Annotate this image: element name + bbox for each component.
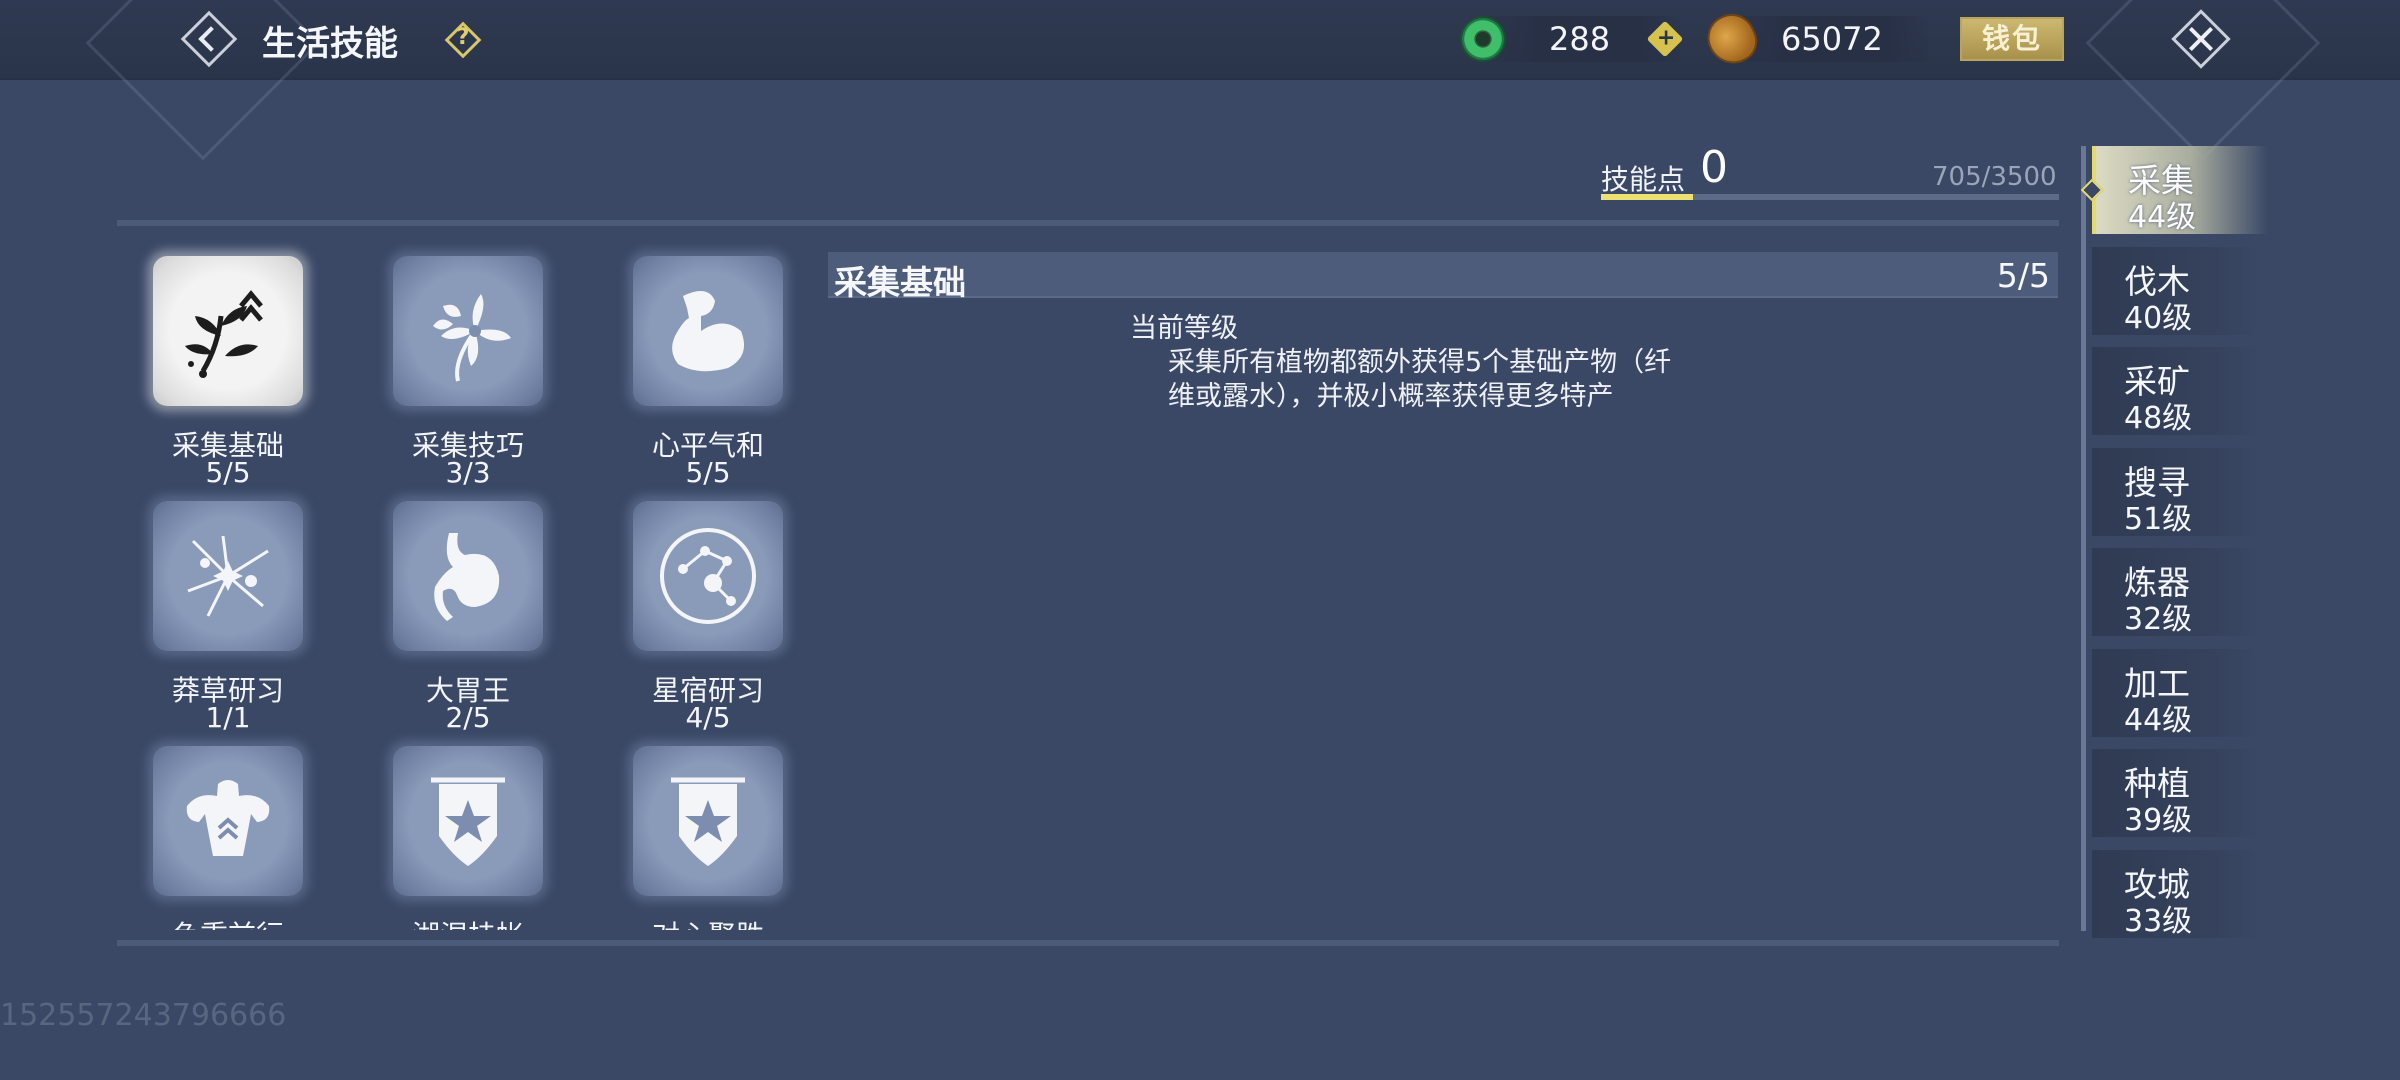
skill-points-progress-text: 705/3500 [1932,162,2057,192]
skill-tile[interactable]: 莽草研习 1/1 [117,481,317,734]
skill-tile[interactable]: 对心聚胜 [597,726,797,930]
plus-icon: + [1656,25,1676,51]
skill-points-value: 0 [1700,142,1728,193]
tab-gathering[interactable]: 采集 44级 [2080,146,2268,235]
skill-detail-title: 采集基础 [834,263,966,302]
page-title: 生活技能 [262,24,398,64]
skill-tile[interactable]: 湖湿挂帐 [357,726,557,930]
skill-icon-frame [393,501,543,651]
tab-planting[interactable]: 种植 39级 [2092,749,2264,838]
tab-level: 48级 [2124,401,2193,436]
skill-tile[interactable]: 大胃王 2/5 [357,481,557,734]
star-banner-icon [671,777,745,866]
tab-level: 44级 [2124,703,2193,738]
skill-tile[interactable]: 采集基础 5/5 [117,236,317,489]
skill-icon-frame [633,746,783,896]
current-level-description: 采集所有植物都额外获得5个基础产物（纤维或露水），并极小概率获得更多特产 [1168,347,1672,412]
skill-icon-frame [393,256,543,406]
tab-processing[interactable]: 加工 44级 [2092,649,2264,738]
tab-siege[interactable]: 攻城 33级 [2092,850,2264,939]
constellation-icon [660,528,756,624]
coin-amount: 65072 [1781,20,1883,58]
tab-level: 39级 [2124,803,2193,838]
tab-logging[interactable]: 伐木 40级 [2092,247,2264,336]
skill-icon-frame [393,746,543,896]
skill-icon-frame [633,501,783,651]
help-button[interactable]: ? [443,20,483,60]
back-button[interactable] [178,8,240,70]
tab-searching[interactable]: 搜寻 51级 [2092,448,2264,537]
wallet-button[interactable]: 钱包 [1960,17,2064,61]
flexed-arm-icon [672,291,745,372]
player-uid: 152557243796666 [0,998,287,1033]
tab-level: 32级 [2124,602,2193,637]
skill-grid[interactable]: 采集基础 5/5 采集技巧 3/3 心平气和 5/5 莽草研习 1/1 大胃王 … [117,236,797,930]
tab-level: 33级 [2124,904,2193,939]
stomach-icon [434,533,500,621]
skill-tile[interactable]: 采集技巧 3/3 [357,236,557,489]
current-level-label: 当前等级 [1130,313,1238,344]
star-banner-icon [431,777,505,866]
tab-level: 40级 [2124,301,2193,336]
skill-tile[interactable]: 负重前行 [117,726,317,930]
skill-points-progress-fill [1601,194,1694,200]
close-button[interactable] [2170,8,2232,70]
skill-icon-frame [153,501,303,651]
jade-amount: 288 [1549,20,1611,58]
category-divider [2081,146,2086,931]
skill-detail-header: 采集基础 5/5 [828,252,2058,302]
divider [117,220,2059,226]
flower-icon [433,294,511,382]
tab-mining[interactable]: 采矿 48级 [2092,347,2264,436]
skill-points-label: 技能点 [1601,163,1686,196]
plant-harvest-icon [185,290,263,378]
skill-icon-frame [153,746,303,896]
herb-bundle-icon [187,535,269,617]
skill-name: 负重前行 [117,914,339,930]
jade-currency-icon [1462,18,1504,60]
question-mark-icon: ? [456,25,470,50]
skill-name: 湖湿挂帐 [357,914,579,930]
skill-name: 对心聚胜 [597,914,797,930]
tab-level: 44级 [2128,200,2197,235]
tab-level: 51级 [2124,502,2193,537]
skill-tile[interactable]: 心平气和 5/5 [597,236,797,489]
skill-tile[interactable]: 星宿研习 4/5 [597,481,797,734]
divider [117,940,2059,946]
skill-points-progress-bar [1601,194,2059,200]
skill-icon-frame [633,256,783,406]
muscular-torso-icon [186,780,270,856]
tab-refining[interactable]: 炼器 32级 [2092,548,2264,637]
skill-detail-level: 5/5 [1996,256,2050,295]
skill-icon-frame [153,256,303,406]
